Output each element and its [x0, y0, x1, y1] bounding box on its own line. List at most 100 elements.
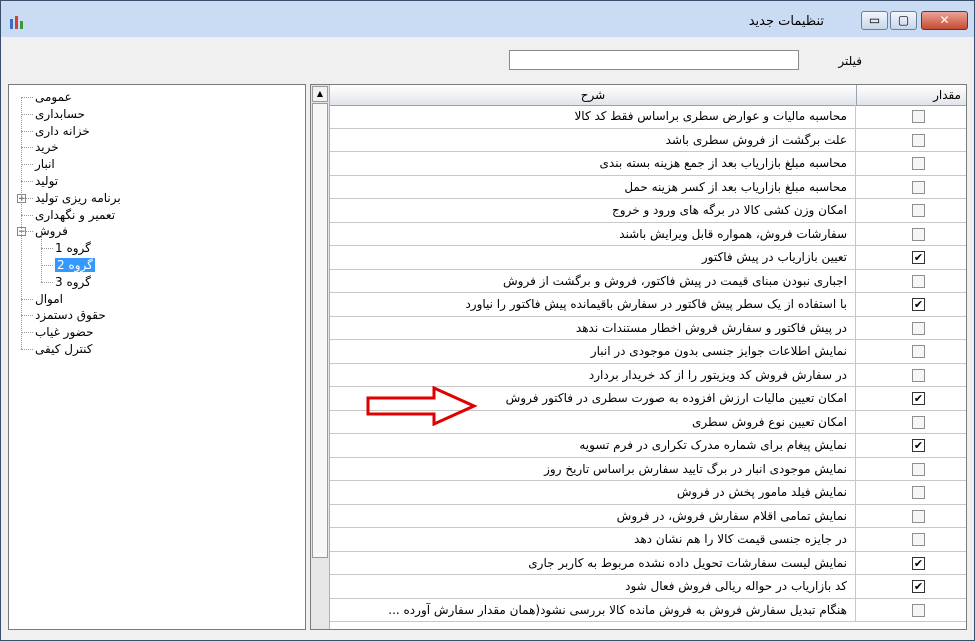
- tree-item-label: تعمیر و نگهداری: [35, 207, 116, 222]
- row-value: [856, 505, 966, 528]
- tree-item-label: خزانه داری: [35, 123, 90, 138]
- row-description: هنگام تبدیل سفارش فروش به فروش مانده کال…: [330, 598, 856, 621]
- row-value: [856, 599, 966, 622]
- row-value: [856, 340, 966, 363]
- table-row[interactable]: اجباری نبودن مبنای قیمت در پیش فاکتور، ف…: [330, 269, 966, 293]
- tree-item-label: حقوق دستمزد: [35, 308, 106, 323]
- tree-item[interactable]: حقوق دستمزد: [35, 307, 106, 323]
- tree-item[interactable]: فروش: [35, 223, 68, 239]
- grid-scrollbar[interactable]: ▲: [311, 85, 330, 629]
- value-checkbox[interactable]: [912, 204, 925, 217]
- value-checkbox[interactable]: [912, 509, 925, 523]
- table-row[interactable]: هنگام تبدیل سفارش فروش به فروش مانده کال…: [330, 598, 966, 622]
- tree-item[interactable]: برنامه ریزی تولید: [35, 190, 121, 206]
- table-row[interactable]: نمایش پیغام برای شماره مدرک تکراری در فر…: [330, 434, 966, 458]
- value-checkbox[interactable]: [912, 556, 925, 570]
- table-row[interactable]: نمایش تمامی اقلام سفارش فروش، در فروش: [330, 504, 966, 528]
- column-header-value[interactable]: مقدار: [857, 85, 966, 105]
- value-checkbox[interactable]: [912, 251, 925, 264]
- tree-item[interactable]: گروه 2: [55, 257, 95, 273]
- value-checkbox[interactable]: [912, 298, 925, 311]
- tree-item[interactable]: گروه 3: [55, 274, 91, 290]
- maximize-button[interactable]: ▢: [890, 11, 917, 30]
- scroll-up-arrow-icon[interactable]: ▲: [312, 86, 328, 102]
- table-row[interactable]: علت برگشت از فروش سطری باشد: [330, 128, 966, 152]
- tree-item[interactable]: خرید: [35, 139, 59, 155]
- tree-item[interactable]: تولید: [35, 173, 58, 189]
- tree-item[interactable]: اموال: [35, 291, 63, 307]
- category-tree: عمومی حسابداری خزانه داری خرید انبار تولید برن…: [8, 84, 306, 630]
- value-checkbox[interactable]: [912, 580, 925, 593]
- filter-input[interactable]: [509, 50, 799, 70]
- row-value: [856, 434, 966, 457]
- scroll-thumb[interactable]: [312, 103, 328, 558]
- value-checkbox[interactable]: [912, 533, 925, 546]
- tree-item-label: حسابداری: [35, 106, 85, 121]
- table-row[interactable]: محاسبه مالیات و عوارض سطری براساس فقط کد…: [330, 105, 966, 129]
- tree-item[interactable]: کنترل کیفی: [35, 341, 93, 357]
- table-row[interactable]: محاسبه مبلغ بازاریاب بعد از کسر هزینه حم…: [330, 175, 966, 199]
- close-button[interactable]: ✕: [921, 11, 968, 30]
- value-checkbox[interactable]: [912, 157, 925, 170]
- tree-connector: [21, 298, 33, 300]
- tree-item[interactable]: عمومی: [35, 89, 72, 105]
- table-row[interactable]: در پیش فاکتور و سفارش فروش اخطار مستندات…: [330, 316, 966, 340]
- value-checkbox[interactable]: [912, 392, 925, 405]
- tree-item[interactable]: گروه 1: [55, 240, 91, 256]
- row-value: [856, 575, 966, 598]
- tree-item-label: انبار: [35, 157, 55, 172]
- value-checkbox[interactable]: [912, 368, 925, 382]
- tree-item[interactable]: انبار: [35, 156, 55, 172]
- value-checkbox[interactable]: [912, 133, 925, 147]
- annotation-arrow-icon: [366, 386, 478, 426]
- row-value: [856, 246, 966, 269]
- tree-item[interactable]: حضور غیاب: [35, 324, 93, 340]
- value-checkbox[interactable]: [912, 486, 925, 499]
- tree-connector-vertical: [41, 235, 42, 282]
- value-checkbox[interactable]: [912, 603, 925, 617]
- bar-chart-icon: [10, 16, 23, 29]
- value-checkbox[interactable]: [912, 439, 925, 452]
- row-value: [856, 199, 966, 222]
- row-value: [856, 293, 966, 316]
- table-row[interactable]: در جایزه جنسی قیمت کالا را هم نشان دهد: [330, 528, 966, 552]
- tree-connector: [41, 281, 53, 283]
- settings-grid: ▲ شرح مقدار محاسبه مالیات و عوارض سطری ب…: [310, 84, 967, 630]
- value-checkbox[interactable]: [912, 462, 925, 476]
- tree-item[interactable]: حسابداری: [35, 106, 85, 122]
- value-checkbox[interactable]: [912, 110, 925, 123]
- tree-connector: [41, 265, 53, 266]
- table-row[interactable]: در سفارش فروش کد ویزیتور را از کد خریدار…: [330, 363, 966, 387]
- table-row[interactable]: تعیین بازاریاب در پیش فاکتور: [330, 246, 966, 270]
- table-row[interactable]: نمایش فیلد مامور پخش در فروش: [330, 481, 966, 505]
- tree-connector: [21, 130, 33, 132]
- table-row[interactable]: نمایش اطلاعات جوایز جنسی بدون موجودی در …: [330, 340, 966, 364]
- table-row[interactable]: محاسبه مبلغ بازاریاب بعد از جمع هزینه بس…: [330, 152, 966, 176]
- table-row[interactable]: با استفاده از یک سطر پیش فاکتور در سفارش…: [330, 293, 966, 317]
- value-checkbox[interactable]: [912, 274, 925, 288]
- value-checkbox[interactable]: [912, 180, 925, 194]
- tree-connector: [41, 248, 53, 250]
- row-description: تعیین بازاریاب در پیش فاکتور: [330, 246, 856, 269]
- row-description: نمایش فیلد مامور پخش در فروش: [330, 481, 856, 504]
- tree-item[interactable]: تعمیر و نگهداری: [35, 207, 115, 223]
- title-bar[interactable]: تنظیمات جدید ▭ ▢ ✕: [1, 1, 974, 37]
- minimize-button[interactable]: ▭: [861, 11, 888, 30]
- row-description: نمایش پیغام برای شماره مدرک تکراری در فر…: [330, 434, 856, 457]
- table-row[interactable]: امکان وزن کشی کالا در برگه های ورود و خر…: [330, 199, 966, 223]
- table-row[interactable]: نمایش لیست سفارشات تحویل داده نشده مربوط…: [330, 551, 966, 575]
- column-header-description[interactable]: شرح: [330, 85, 857, 105]
- value-checkbox[interactable]: [912, 415, 925, 429]
- filter-label: فیلتر: [838, 54, 862, 68]
- tree-connector: [21, 97, 33, 98]
- tree-item[interactable]: خزانه داری: [35, 123, 90, 139]
- table-row[interactable]: سفارشات فروش، همواره قابل ویرایش باشند: [330, 222, 966, 246]
- row-description: نمایش موجودی انبار در برگ تایید سفارش بر…: [330, 457, 856, 480]
- value-checkbox[interactable]: [912, 227, 925, 241]
- row-description: با استفاده از یک سطر پیش فاکتور در سفارش…: [330, 293, 856, 316]
- value-checkbox[interactable]: [912, 345, 925, 358]
- table-row[interactable]: نمایش موجودی انبار در برگ تایید سفارش بر…: [330, 457, 966, 481]
- tree-connector: [21, 147, 33, 149]
- value-checkbox[interactable]: [912, 321, 925, 335]
- table-row[interactable]: کد بازاریاب در حواله ریالی فروش فعال شود: [330, 575, 966, 599]
